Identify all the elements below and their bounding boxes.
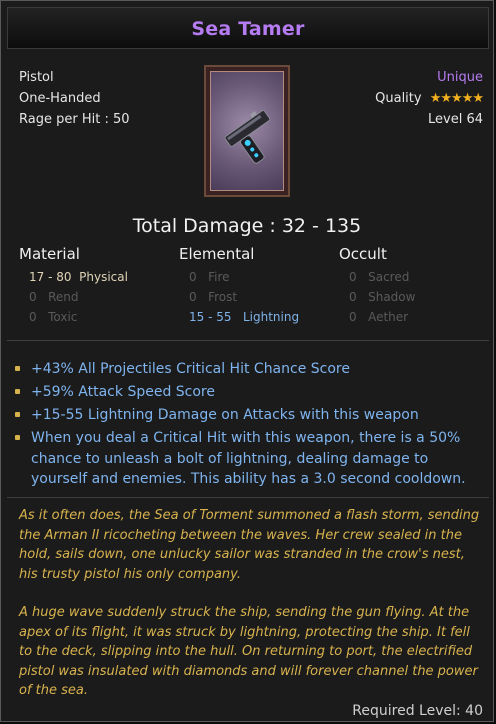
damage-physical: 17 - 80 Physical bbox=[29, 270, 128, 284]
star-icon: ★ bbox=[440, 91, 452, 106]
damage-aether: 0 Aether bbox=[349, 310, 408, 324]
bullet-icon bbox=[15, 389, 20, 394]
damage-value: 15 - 55 bbox=[189, 310, 232, 324]
star-icon: ★ bbox=[429, 91, 442, 106]
damage-fire: 0 Fire bbox=[189, 270, 230, 284]
damage-toxic: 0 Toxic bbox=[29, 310, 77, 324]
item-handedness: One-Handed bbox=[19, 91, 101, 106]
damage-value: 0 bbox=[349, 290, 357, 304]
lore-paragraph: A huge wave suddenly struck the ship, se… bbox=[19, 605, 478, 698]
column-header-occult: Occult bbox=[339, 245, 387, 263]
item-info-right: Unique Quality ★★★★★ Level 64 bbox=[375, 67, 484, 130]
lore-paragraph: As it often does, the Sea of Torment sum… bbox=[19, 508, 480, 582]
item-type: Pistol bbox=[19, 70, 54, 85]
damage-value: 0 bbox=[29, 310, 37, 324]
item-rarity: Unique bbox=[437, 70, 483, 85]
damage-label: Physical bbox=[79, 270, 128, 284]
modifier-item: When you deal a Critical Hit with this w… bbox=[15, 428, 485, 490]
item-art-card bbox=[204, 65, 290, 197]
quality-label: Quality bbox=[375, 91, 422, 106]
total-damage: Total Damage : 32 - 135 bbox=[132, 215, 362, 237]
damage-label: Aether bbox=[368, 310, 409, 324]
quality-stars: ★★★★★ bbox=[429, 91, 484, 106]
damage-rend: 0 Rend bbox=[29, 290, 79, 304]
bullet-icon bbox=[15, 412, 20, 417]
damage-value: 0 bbox=[29, 290, 37, 304]
item-level: Level 64 bbox=[428, 112, 483, 127]
damage-label: Shadow bbox=[368, 290, 416, 304]
damage-lightning: 15 - 55 Lightning bbox=[189, 310, 299, 324]
modifier-item: +59% Attack Speed Score bbox=[15, 382, 485, 403]
damage-frost: 0 Frost bbox=[189, 290, 237, 304]
damage-sacred: 0 Sacred bbox=[349, 270, 409, 284]
damage-label: Toxic bbox=[48, 310, 78, 324]
damage-label: Rend bbox=[48, 290, 79, 304]
item-name: Sea Tamer bbox=[191, 18, 305, 40]
damage-value: 0 bbox=[189, 270, 197, 284]
modifier-text: +15-55 Lightning Damage on Attacks with … bbox=[31, 407, 419, 423]
damage-label: Frost bbox=[208, 290, 238, 304]
modifier-text: +43% All Projectiles Critical Hit Chance… bbox=[31, 361, 350, 377]
damage-value: 0 bbox=[349, 270, 357, 284]
modifier-item: +43% All Projectiles Critical Hit Chance… bbox=[15, 359, 485, 380]
damage-value: 0 bbox=[349, 310, 357, 324]
quality-row: Quality ★★★★★ bbox=[375, 88, 484, 109]
bullet-icon bbox=[15, 435, 20, 440]
star-icon: ★ bbox=[451, 91, 463, 106]
divider bbox=[7, 340, 489, 341]
bullet-icon bbox=[15, 366, 20, 371]
star-icon: ★ bbox=[461, 91, 474, 106]
column-header-elemental: Elemental bbox=[179, 245, 255, 263]
title-bar: Sea Tamer bbox=[7, 7, 489, 49]
damage-label: Lightning bbox=[242, 310, 300, 324]
modifier-text: +59% Attack Speed Score bbox=[31, 384, 215, 400]
item-art-frame bbox=[210, 71, 284, 191]
damage-label: Fire bbox=[208, 270, 230, 284]
column-header-material: Material bbox=[19, 245, 80, 263]
divider bbox=[7, 497, 489, 498]
item-info-left: Pistol One-Handed Rage per Hit : 50 bbox=[19, 67, 130, 130]
pistol-icon bbox=[224, 110, 271, 164]
required-level: Required Level: 40 bbox=[352, 703, 483, 719]
modifier-text: When you deal a Critical Hit with this w… bbox=[31, 430, 466, 487]
item-tooltip: Sea Tamer Pistol One-Handed Rage per Hit… bbox=[0, 0, 494, 722]
damage-value: 0 bbox=[189, 290, 197, 304]
modifier-item: +15-55 Lightning Damage on Attacks with … bbox=[15, 405, 485, 426]
modifier-list: +43% All Projectiles Critical Hit Chance… bbox=[15, 359, 485, 492]
damage-label: Sacred bbox=[368, 270, 410, 284]
star-icon: ★ bbox=[472, 91, 484, 106]
damage-shadow: 0 Shadow bbox=[349, 290, 415, 304]
damage-value: 17 - 80 bbox=[29, 270, 72, 284]
rage-per-hit: Rage per Hit : 50 bbox=[19, 112, 130, 127]
